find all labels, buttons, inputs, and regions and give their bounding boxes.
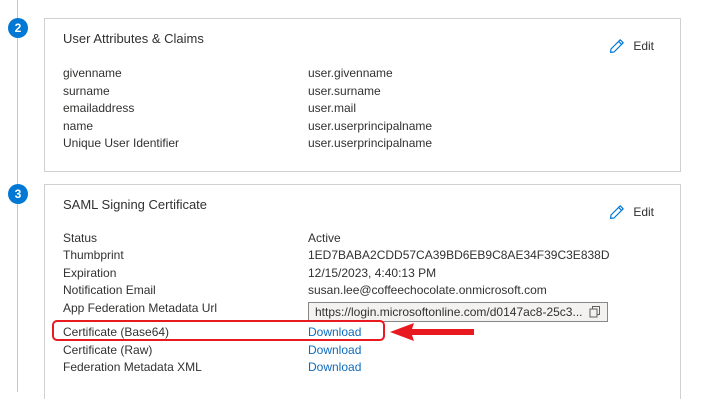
attribute-value: user.mail xyxy=(308,101,357,115)
certificate-raw-label: Certificate (Raw) xyxy=(63,343,153,357)
user-attributes-card: User Attributes & Claims Edit givenname … xyxy=(44,18,681,172)
copy-icon[interactable] xyxy=(589,306,601,318)
federation-metadata-xml-label: Federation Metadata XML xyxy=(63,360,202,374)
attribute-value: user.userprincipalname xyxy=(308,136,433,150)
edit-label: Edit xyxy=(633,39,654,53)
notification-email-label: Notification Email xyxy=(63,283,156,297)
attribute-label: name xyxy=(63,119,94,133)
pencil-icon xyxy=(610,39,625,53)
card-title: SAML Signing Certificate xyxy=(63,197,208,212)
card-title: User Attributes & Claims xyxy=(63,31,204,46)
status-value: Active xyxy=(308,231,341,245)
attribute-label: Unique User Identifier xyxy=(63,136,180,150)
thumbprint-label: Thumbprint xyxy=(63,248,124,262)
status-label: Status xyxy=(63,231,98,245)
attribute-label: givenname xyxy=(63,66,122,80)
highlight-box xyxy=(52,320,385,341)
expiration-value: 12/15/2023, 4:40:13 PM xyxy=(308,266,437,280)
attribute-value: user.userprincipalname xyxy=(308,119,433,133)
step-badge-2: 2 xyxy=(8,18,28,38)
thumbprint-value: 1ED7BABA2CDD57CA39BD6EB9C8AE34F39C3E838D xyxy=(308,248,610,262)
step-badge-3: 3 xyxy=(8,184,28,204)
certificate-raw-download-link[interactable]: Download xyxy=(308,343,361,357)
notification-email-value: susan.lee@coffeechocolate.onmicrosoft.co… xyxy=(308,283,547,297)
attribute-label: surname xyxy=(63,84,110,98)
edit-attributes-button[interactable]: Edit xyxy=(609,38,654,54)
red-arrow-icon xyxy=(390,323,474,341)
edit-label: Edit xyxy=(633,205,654,219)
federation-metadata-xml-download-link[interactable]: Download xyxy=(308,360,361,374)
pencil-icon xyxy=(610,205,625,219)
metadata-url-field[interactable]: https://login.microsoftonline.com/d0147a… xyxy=(308,302,608,322)
edit-certificate-button[interactable]: Edit xyxy=(609,204,654,220)
expiration-label: Expiration xyxy=(63,266,117,280)
saml-signing-certificate-card: SAML Signing Certificate Edit Status Act… xyxy=(44,184,681,399)
metadata-url-value: https://login.microsoftonline.com/d0147a… xyxy=(315,305,583,319)
attribute-value: user.givenname xyxy=(308,66,393,80)
metadata-url-label: App Federation Metadata Url xyxy=(63,301,218,315)
attribute-value: user.surname xyxy=(308,84,381,98)
attribute-label: emailaddress xyxy=(63,101,135,115)
